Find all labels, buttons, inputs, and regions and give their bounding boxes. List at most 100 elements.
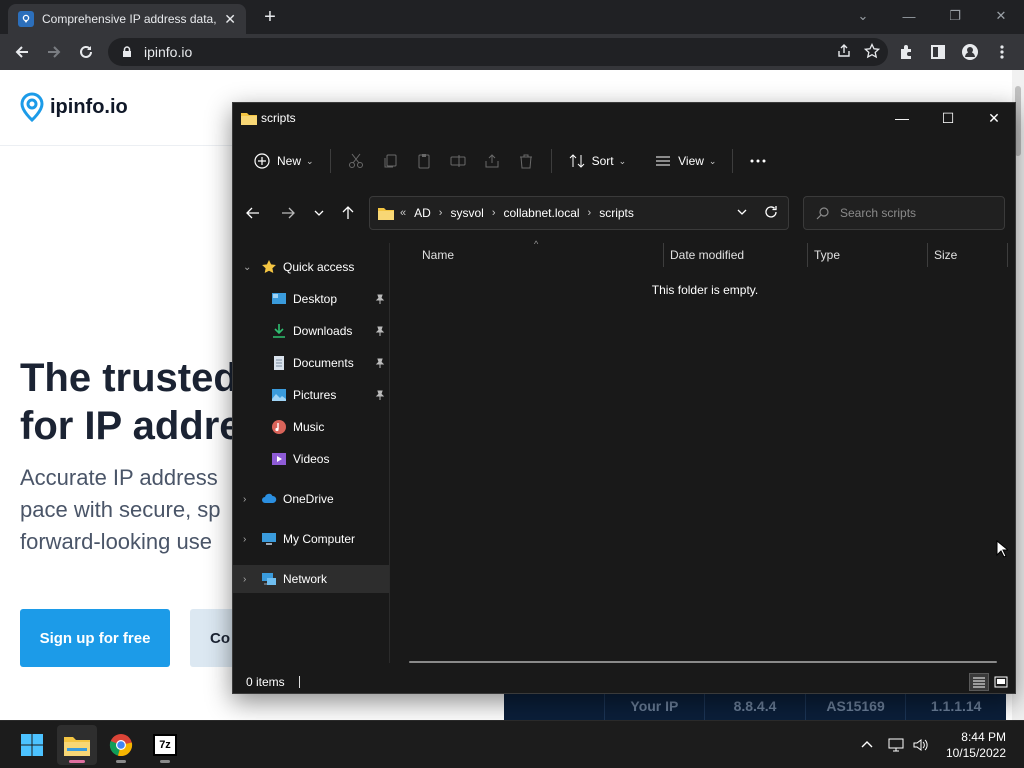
location-pin-icon: [20, 92, 44, 122]
pin-icon[interactable]: [375, 326, 385, 336]
column-header-size[interactable]: Size: [934, 243, 1004, 267]
large-icons-view-button[interactable]: [991, 673, 1011, 691]
tab-search-icon[interactable]: ⌄: [840, 0, 886, 32]
explorer-forward-icon[interactable]: [274, 199, 302, 227]
nav-label: Downloads: [293, 324, 353, 338]
address-dropdown-icon[interactable]: [736, 206, 748, 218]
taskbar-clock[interactable]: 8:44 PM 10/15/2022: [946, 729, 1006, 761]
browser-minimize-button[interactable]: —: [886, 0, 932, 32]
nav-item-videos[interactable]: Videos: [233, 445, 389, 473]
volume-icon[interactable]: [912, 737, 930, 753]
column-divider[interactable]: [663, 243, 664, 267]
rename-button[interactable]: [441, 145, 475, 177]
expand-chevron-icon[interactable]: ›: [243, 534, 253, 545]
sort-button[interactable]: Sort ⌄: [560, 145, 635, 177]
more-options-icon[interactable]: [741, 145, 775, 177]
search-input[interactable]: [840, 206, 990, 220]
sort-icon: [569, 154, 584, 168]
status-bar: 0 items: [233, 671, 1015, 693]
browser-tabstrip: Comprehensive IP address data, IP ✕ + ⌄ …: [0, 0, 1024, 34]
start-button[interactable]: [12, 725, 52, 765]
new-tab-button[interactable]: +: [256, 4, 284, 30]
share-icon[interactable]: [836, 43, 852, 59]
item-count: 0 items: [246, 675, 285, 689]
star-icon: [262, 260, 276, 273]
nav-item-my-computer[interactable]: › My Computer: [233, 525, 389, 553]
navigation-pane: ⌄ Quick access Desktop Downloads Documen…: [233, 243, 389, 663]
browser-menu-icon[interactable]: [988, 38, 1016, 66]
view-button[interactable]: View ⌄: [646, 145, 724, 177]
column-divider[interactable]: [1007, 243, 1008, 267]
clock-date: 10/15/2022: [945, 746, 1006, 760]
pin-icon[interactable]: [375, 390, 385, 400]
nav-item-onedrive[interactable]: › OneDrive: [233, 485, 389, 513]
nav-item-documents[interactable]: Documents: [233, 349, 389, 377]
pin-icon[interactable]: [375, 294, 385, 304]
extensions-icon[interactable]: [892, 38, 920, 66]
breadcrumb-ad[interactable]: AD: [414, 206, 431, 220]
breadcrumb-scripts[interactable]: scripts: [599, 206, 634, 220]
browser-tab[interactable]: Comprehensive IP address data, IP ✕: [8, 4, 246, 34]
paste-button[interactable]: [407, 145, 441, 177]
browser-close-button[interactable]: ✕: [978, 0, 1024, 32]
nav-item-quick-access[interactable]: ⌄ Quick access: [233, 253, 389, 281]
up-one-level-icon[interactable]: [334, 199, 362, 227]
taskbar-file-explorer[interactable]: [57, 725, 97, 765]
nav-label: My Computer: [283, 532, 356, 546]
profile-icon[interactable]: [956, 38, 984, 66]
new-button[interactable]: New ⌄: [245, 145, 322, 177]
cut-button[interactable]: [339, 145, 373, 177]
column-divider[interactable]: [807, 243, 808, 267]
horizontal-scrollbar[interactable]: [409, 661, 997, 663]
pane-splitter[interactable]: [389, 243, 390, 663]
column-header-date-modified[interactable]: Date modified: [670, 243, 806, 267]
nav-item-desktop[interactable]: Desktop: [233, 285, 389, 313]
details-view-button[interactable]: [969, 673, 989, 691]
explorer-titlebar[interactable]: scripts — ☐ ✕: [233, 103, 1015, 133]
nav-label: OneDrive: [283, 492, 334, 506]
nav-item-pictures[interactable]: Pictures: [233, 381, 389, 409]
expand-chevron-icon[interactable]: ›: [243, 574, 253, 585]
side-panel-icon[interactable]: [924, 38, 952, 66]
column-header-type[interactable]: Type: [814, 243, 926, 267]
explorer-search-box[interactable]: [803, 196, 1005, 230]
explorer-address-bar[interactable]: « AD › sysvol › collabnet.local › script…: [369, 196, 789, 230]
expand-chevron-icon[interactable]: ⌄: [243, 262, 253, 273]
breadcrumb-overflow[interactable]: «: [400, 207, 406, 219]
breadcrumb-sysvol[interactable]: sysvol: [450, 206, 483, 220]
forward-icon[interactable]: [40, 38, 68, 66]
breadcrumb-chevron-icon[interactable]: ›: [492, 207, 496, 219]
taskbar-chrome[interactable]: [101, 725, 141, 765]
delete-button[interactable]: [509, 145, 543, 177]
refresh-icon[interactable]: [764, 205, 778, 219]
breadcrumb-domain[interactable]: collabnet.local: [503, 206, 579, 220]
bookmark-star-icon[interactable]: [864, 43, 880, 59]
column-header-name[interactable]: Name: [422, 243, 662, 267]
breadcrumb-chevron-icon[interactable]: ›: [588, 207, 592, 219]
share-button[interactable]: [475, 145, 509, 177]
recent-locations-icon[interactable]: [305, 199, 333, 227]
nav-label: Documents: [293, 356, 354, 370]
site-logo[interactable]: ipinfo.io: [20, 92, 128, 122]
browser-restore-button[interactable]: ❐: [932, 0, 978, 32]
network-status-icon[interactable]: [888, 737, 904, 753]
nav-item-network[interactable]: › Network: [233, 565, 389, 593]
nav-item-downloads[interactable]: Downloads: [233, 317, 389, 345]
address-bar[interactable]: ipinfo.io: [108, 38, 888, 66]
tab-close-icon[interactable]: ✕: [224, 11, 236, 28]
expand-chevron-icon[interactable]: ›: [243, 494, 253, 505]
show-hidden-icons-icon[interactable]: [860, 738, 874, 752]
pin-icon[interactable]: [375, 358, 385, 368]
back-icon[interactable]: [8, 38, 36, 66]
explorer-maximize-button[interactable]: ☐: [925, 103, 971, 133]
column-divider[interactable]: [927, 243, 928, 267]
sign-up-button[interactable]: Sign up for free: [20, 609, 170, 667]
nav-item-music[interactable]: Music: [233, 413, 389, 441]
copy-button[interactable]: [373, 145, 407, 177]
breadcrumb-chevron-icon[interactable]: ›: [439, 207, 443, 219]
explorer-back-icon[interactable]: [239, 199, 267, 227]
taskbar-7zip[interactable]: 7z: [145, 725, 185, 765]
reload-icon[interactable]: [72, 38, 100, 66]
explorer-minimize-button[interactable]: —: [879, 103, 925, 133]
explorer-close-button[interactable]: ✕: [971, 103, 1017, 133]
